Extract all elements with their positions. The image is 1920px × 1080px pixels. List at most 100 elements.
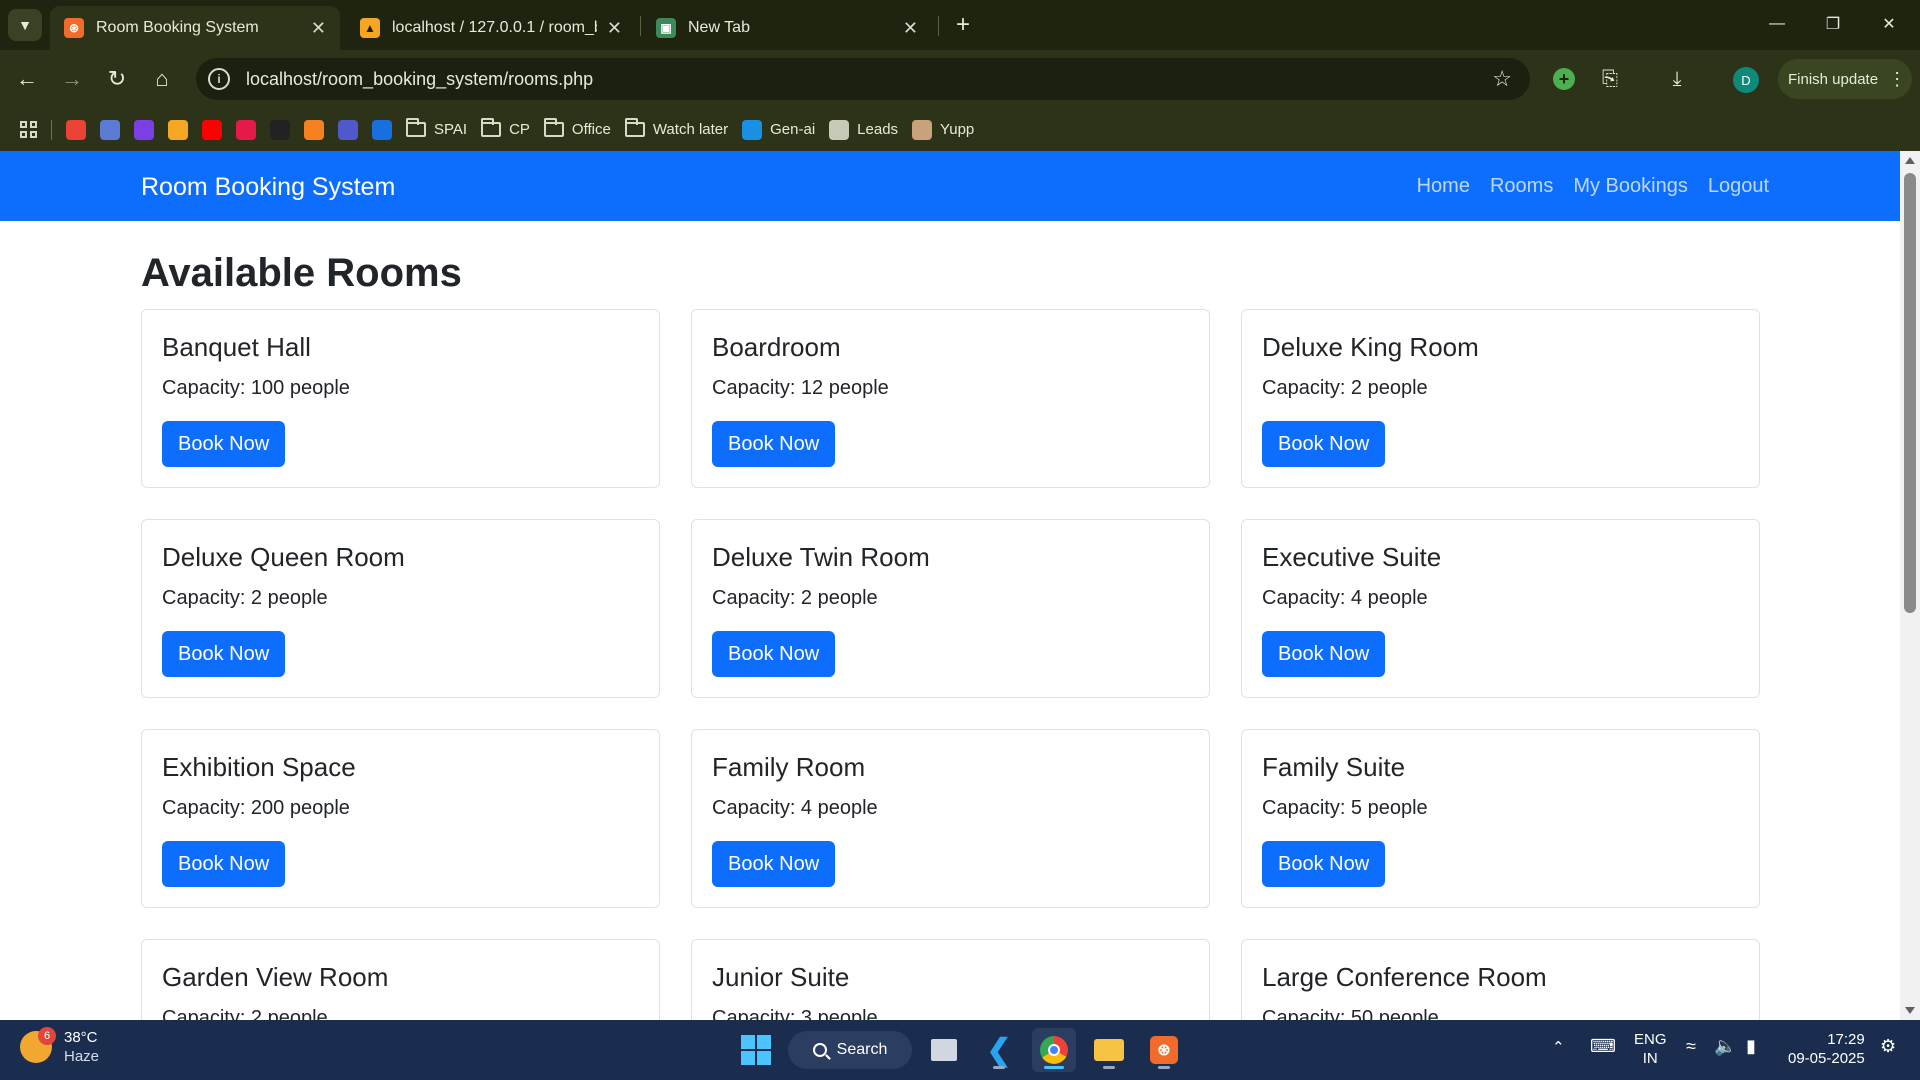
book-now-button[interactable]: Book Now (712, 841, 836, 887)
bookmark-star-icon[interactable]: ☆ (1492, 66, 1512, 92)
start-button[interactable] (734, 1028, 778, 1072)
extensions-button[interactable]: ⎘ (1593, 62, 1627, 96)
file-explorer-app[interactable] (1087, 1028, 1131, 1072)
room-capacity: Capacity: 50 people (1262, 1007, 1439, 1020)
tab-phpmyadmin[interactable]: ▲ localhost / 127.0.0.1 / room_bo ✕ (346, 6, 636, 50)
room-card: Large Conference Room Capacity: 50 people… (1241, 939, 1760, 1020)
bookmark-item[interactable] (202, 119, 222, 140)
book-now-button[interactable]: Book Now (162, 421, 286, 467)
nav-rooms[interactable]: Rooms (1490, 175, 1553, 198)
bookmark-item[interactable]: Office (543, 118, 611, 138)
room-grid: Banquet Hall Capacity: 100 people Book Now… (141, 309, 1761, 1020)
restore-icon: ❐ (1825, 16, 1841, 33)
notifications-icon[interactable]: ⚙ (1880, 1036, 1896, 1057)
profile-avatar[interactable]: D (1733, 67, 1759, 93)
book-now-button[interactable]: Book Now (162, 841, 286, 887)
nav-home[interactable]: Home (1417, 175, 1470, 198)
bookmark-item[interactable] (338, 119, 358, 140)
book-now-button[interactable]: Book Now (712, 421, 836, 467)
room-card: Family Suite Capacity: 5 people Book Now (1241, 729, 1760, 908)
nav-my-bookings[interactable]: My Bookings (1573, 175, 1688, 198)
arrow-right-icon: → (61, 66, 83, 91)
room-name: Deluxe Queen Room (162, 542, 405, 572)
weather-badge: 6 (38, 1027, 56, 1045)
room-name: Family Room (712, 752, 866, 782)
bookmark-item[interactable] (134, 119, 154, 140)
nav-logout[interactable]: Logout (1708, 175, 1769, 198)
address-bar[interactable]: i localhost/room_booking_system/rooms.ph… (196, 58, 1530, 100)
scroll-up-icon[interactable] (1905, 157, 1915, 164)
bookmark-item[interactable]: Yupp (912, 119, 974, 140)
weather-temp: 38°C (64, 1029, 98, 1046)
xampp-app[interactable]: ⊛ (1142, 1028, 1186, 1072)
battery-icon[interactable]: ▮ (1746, 1036, 1756, 1057)
back-button[interactable]: ← (10, 62, 44, 96)
bookmark-item[interactable] (168, 119, 188, 140)
taskbar-search[interactable]: Search (788, 1031, 912, 1069)
close-icon[interactable]: ✕ (607, 18, 622, 39)
clock[interactable]: 17:29 09-05-2025 (1788, 1030, 1865, 1068)
weather-icon: 6 (20, 1027, 56, 1063)
close-window-button[interactable]: ✕ (1864, 8, 1914, 40)
extension-plus-button[interactable]: + (1547, 62, 1581, 96)
folder-icon (406, 118, 426, 137)
bookmark-item[interactable]: Gen-ai (742, 119, 815, 140)
room-card: Junior SuiteCapacity: 3 peopleBook Now (691, 939, 1210, 1020)
book-now-button[interactable]: Book Now (1262, 631, 1386, 677)
bookmark-item[interactable]: Leads (829, 119, 898, 140)
bookmark-item[interactable]: Watch later (624, 118, 728, 138)
keyboard-icon[interactable]: ⌨ (1590, 1036, 1616, 1057)
book-now-button[interactable]: Book Now (712, 631, 836, 677)
home-icon: ⌂ (155, 66, 169, 91)
tab-title: Room Booking System (96, 19, 259, 36)
bookmark-item[interactable] (304, 119, 324, 140)
youtube-icon (202, 119, 222, 140)
wifi-icon[interactable]: ≈ (1686, 1036, 1696, 1057)
chevron-up-icon[interactable]: ⌃ (1552, 1038, 1565, 1056)
room-capacity: Capacity: 3 people (712, 1007, 878, 1020)
home-button[interactable]: ⌂ (145, 62, 179, 96)
apps-button[interactable] (20, 121, 37, 138)
tab-new-tab[interactable]: ▣ New Tab ✕ (642, 6, 932, 50)
volume-icon[interactable]: 🔈 (1714, 1036, 1736, 1057)
close-icon[interactable]: ✕ (311, 18, 326, 39)
task-view-button[interactable] (922, 1028, 966, 1072)
finish-update-button[interactable]: Finish update ⋮ (1778, 59, 1912, 99)
page-scrollbar[interactable] (1900, 151, 1920, 1020)
tab-search-button[interactable]: ▼ (8, 9, 42, 41)
bookmark-item[interactable] (270, 119, 290, 140)
vscode-app[interactable]: ❮ (977, 1028, 1021, 1072)
forward-button[interactable]: → (55, 62, 89, 96)
language-indicator[interactable]: ENG IN (1634, 1030, 1667, 1068)
bookmark-item[interactable] (236, 119, 256, 140)
site-brand[interactable]: Room Booking System (141, 173, 395, 202)
college-icon (100, 119, 120, 140)
book-now-button[interactable]: Book Now (162, 631, 286, 677)
minimize-button[interactable]: — (1752, 8, 1802, 40)
minimize-icon: — (1769, 15, 1785, 32)
site-info-icon[interactable]: i (208, 68, 230, 90)
reload-button[interactable]: ↻ (100, 62, 134, 96)
scroll-down-icon[interactable] (1905, 1007, 1915, 1014)
app-running-indicator (993, 1066, 1005, 1069)
play-icon (236, 119, 256, 140)
restore-button[interactable]: ❐ (1808, 8, 1858, 40)
scroll-thumb[interactable] (1904, 173, 1916, 613)
bookmark-item[interactable]: SPAI (406, 118, 467, 138)
weather-widget[interactable]: 6 38°C Haze (20, 1027, 99, 1066)
tab-room-booking[interactable]: ⊛ Room Booking System ✕ (50, 6, 340, 50)
arrow-left-icon: ← (16, 66, 38, 91)
room-name: Junior Suite (712, 962, 850, 992)
bookmark-item[interactable]: CP (481, 118, 530, 138)
chrome-app[interactable] (1032, 1028, 1076, 1072)
bookmark-item[interactable] (372, 119, 392, 140)
downloads-button[interactable]: ⤓ (1660, 62, 1694, 96)
bookmark-item[interactable] (100, 119, 120, 140)
close-icon[interactable]: ✕ (903, 18, 918, 39)
room-card: Deluxe Twin Room Capacity: 2 people Book N… (691, 519, 1210, 698)
book-now-button[interactable]: Book Now (1262, 421, 1386, 467)
clock-date: 09-05-2025 (1788, 1050, 1865, 1067)
bookmark-item[interactable] (66, 119, 86, 140)
book-now-button[interactable]: Book Now (1262, 841, 1386, 887)
new-tab-button[interactable]: + (948, 10, 978, 40)
